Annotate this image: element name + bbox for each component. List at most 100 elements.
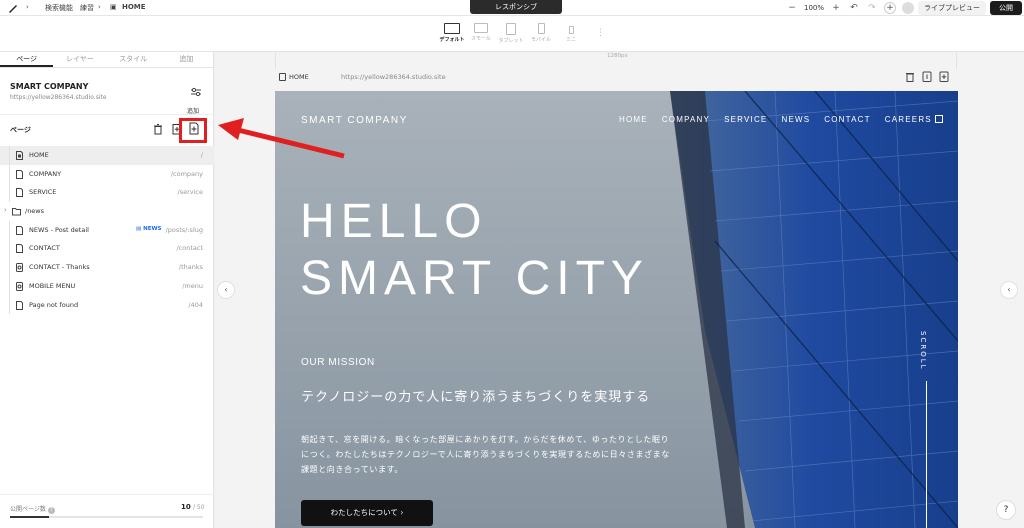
- trash-icon[interactable]: [905, 71, 915, 82]
- folder-name: /news: [25, 207, 45, 216]
- page-row-service[interactable]: SERVICE /service: [0, 183, 214, 203]
- responsive-tab[interactable]: レスポンシブ: [470, 0, 562, 14]
- duplicate-page-icon[interactable]: [922, 71, 932, 82]
- zoom-in-icon[interactable]: +: [830, 2, 842, 14]
- page-icon: ▣: [110, 3, 117, 11]
- page-icon: [16, 225, 23, 235]
- cms-badge: ▤ NEWS: [136, 225, 162, 232]
- mobile-icon: [537, 23, 545, 34]
- published-count-value: 10: [181, 503, 191, 511]
- info-icon[interactable]: ?: [47, 507, 55, 514]
- site-nav: HOME COMPANY SERVICE NEWS CONTACT CAREER…: [619, 115, 944, 124]
- tablet-icon: [506, 23, 516, 35]
- page-name: SERVICE: [29, 188, 57, 197]
- tree-line: [9, 295, 10, 315]
- nav-contact[interactable]: CONTACT: [824, 115, 870, 124]
- device-label: ミニ: [565, 37, 576, 43]
- site-name: SMART COMPANY: [10, 82, 89, 91]
- frame-actions: [905, 71, 949, 82]
- desktop-icon: [444, 23, 460, 34]
- undo-icon[interactable]: ↶: [848, 2, 860, 14]
- collapse-left-icon[interactable]: ‹: [217, 281, 235, 299]
- add-member-icon[interactable]: +: [884, 2, 897, 14]
- publish-button[interactable]: 公開: [990, 1, 1022, 15]
- live-preview-button[interactable]: ライブプレビュー: [918, 1, 986, 15]
- nav-service[interactable]: SERVICE: [724, 115, 767, 124]
- nav-news[interactable]: NEWS: [781, 115, 810, 124]
- page-row-contact-thanks[interactable]: CONTACT - Thanks /thanks: [0, 258, 214, 277]
- hidden-page-icon: [16, 281, 23, 291]
- page-path: /posts/:slug: [165, 225, 203, 234]
- mission-body: 朝起きて、窓を開ける。暗くなった部屋にあかりを灯す。からだを休めて、ゆったりとし…: [301, 432, 701, 477]
- laptop-icon: [474, 23, 488, 33]
- frame-url[interactable]: https://yellow286364.studio.site: [341, 73, 446, 81]
- device-label: デフォルト: [439, 37, 465, 43]
- page-name: CONTACT - Thanks: [29, 263, 90, 272]
- page-icon: [16, 244, 23, 254]
- page-row-company[interactable]: COMPANY /company: [0, 164, 214, 184]
- about-us-button[interactable]: わたしたちについて ›: [301, 500, 433, 526]
- hero-heading-line1: HELLO: [300, 195, 488, 248]
- page-row-mobile-menu[interactable]: MOBILE MENU /menu: [0, 276, 214, 296]
- breadcrumb-project[interactable]: 検索機能 練習: [45, 3, 94, 13]
- page-row-not-found[interactable]: Page not found /404: [0, 295, 214, 315]
- tree-line: [9, 164, 10, 184]
- more-icon[interactable]: ⋮: [596, 28, 605, 38]
- site-url: https://yellow286364.studio.site: [10, 94, 107, 101]
- page-row-contact[interactable]: CONTACT /contact: [0, 239, 214, 259]
- page-icon: [16, 169, 23, 179]
- zoom-level[interactable]: 100%: [804, 4, 824, 12]
- panel-tabs: ページ レイヤー スタイル 追加: [0, 52, 213, 68]
- chevron-right-icon: ›: [26, 3, 29, 11]
- page-icon: [16, 300, 23, 310]
- pages-heading: ページ: [10, 126, 31, 134]
- mission-body-line: 課題と向き合っています。: [301, 465, 403, 474]
- device-bar: デフォルト スモール タブレット モバイル ミニ ⋮: [0, 16, 1024, 52]
- tree-line: [9, 239, 10, 259]
- home-page-icon: [16, 151, 23, 160]
- trash-icon[interactable]: [152, 123, 164, 135]
- website-preview[interactable]: SMART COMPANY HOME COMPANY SERVICE NEWS …: [275, 91, 958, 528]
- chevron-right-icon[interactable]: ›: [4, 206, 7, 214]
- device-label: モバイル: [530, 37, 551, 43]
- page-row-news-folder[interactable]: › /news: [0, 202, 214, 221]
- highlight-box: [179, 118, 207, 143]
- left-panel: ページ レイヤー スタイル 追加 SMART COMPANY https://y…: [0, 52, 214, 528]
- pencil-icon[interactable]: [7, 2, 19, 14]
- nav-home[interactable]: HOME: [619, 115, 648, 124]
- settings-sliders-icon[interactable]: [190, 86, 202, 98]
- page-name: HOME: [29, 151, 49, 159]
- add-page-icon[interactable]: [939, 71, 949, 82]
- mission-label: OUR MISSION: [301, 357, 375, 368]
- nav-careers[interactable]: CAREERS: [885, 115, 944, 124]
- help-button[interactable]: ?: [996, 500, 1016, 520]
- zoom-controls: − 100% + ↶ ↷ +: [786, 2, 915, 14]
- device-mini[interactable]: ミニ: [553, 23, 589, 43]
- top-bar: › 検索機能 練習 › ▣ HOME レスポンシブ − 100% + ↶ ↷ +…: [0, 0, 1024, 16]
- frame-page-label[interactable]: HOME: [279, 73, 309, 81]
- redo-icon[interactable]: ↷: [866, 2, 878, 14]
- avatar[interactable]: [902, 2, 915, 14]
- page-row-home[interactable]: HOME /: [0, 146, 214, 165]
- nav-careers-label: CAREERS: [884, 115, 932, 124]
- tree-line: [9, 220, 10, 240]
- published-count-total: / 50: [192, 504, 205, 511]
- frame-page-name: HOME: [289, 73, 309, 81]
- divider: [0, 114, 214, 115]
- tab-pages[interactable]: ページ: [0, 52, 54, 67]
- collapse-right-icon[interactable]: ‹: [1000, 281, 1018, 299]
- page-name: NEWS - Post detail: [29, 225, 89, 234]
- scroll-line: [926, 381, 927, 528]
- page-row-news-detail[interactable]: NEWS - Post detail ▤ NEWS /posts/:slug: [0, 220, 214, 240]
- annotation-arrow: [218, 118, 345, 159]
- device-label: スモール: [470, 36, 491, 42]
- tab-layers[interactable]: レイヤー: [53, 52, 106, 67]
- breadcrumb-page[interactable]: HOME: [122, 3, 146, 11]
- nav-company[interactable]: COMPANY: [662, 115, 710, 124]
- progress-fill: [10, 516, 49, 518]
- mission-body-line: につく。わたしたちはテクノロジーで人に寄り添うまちづくりを実現するために日々さま…: [301, 450, 670, 459]
- tab-styles[interactable]: スタイル: [107, 52, 160, 67]
- zoom-out-icon[interactable]: −: [786, 2, 798, 14]
- tree-line: [9, 276, 10, 296]
- tab-add[interactable]: 追加: [160, 52, 213, 67]
